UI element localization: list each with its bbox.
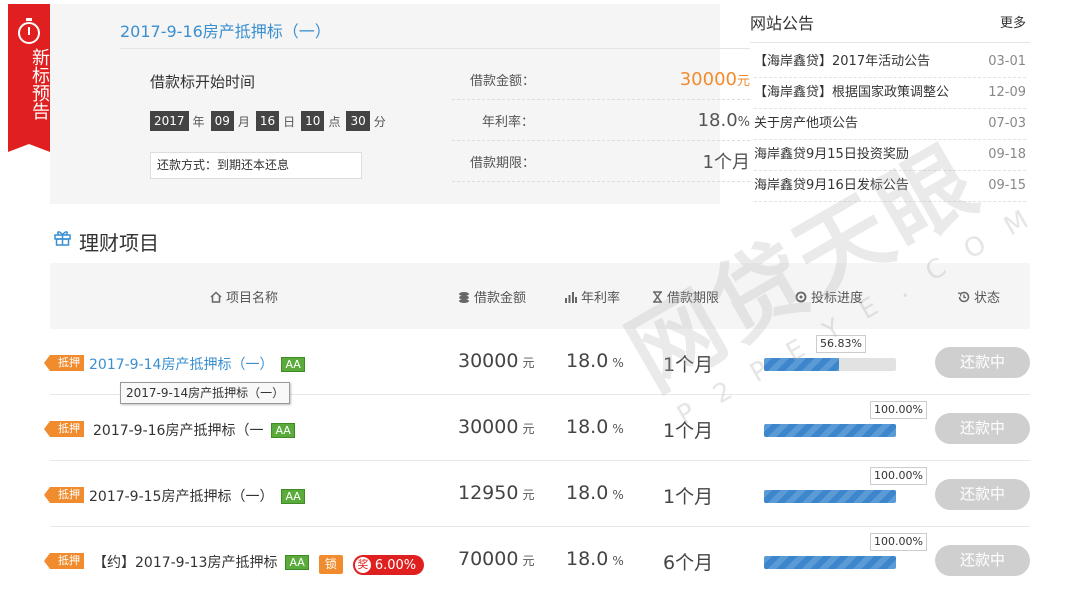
- header-name: 项目名称: [210, 287, 278, 306]
- loan-rate: 18.0%: [566, 548, 624, 570]
- loan-amount: 30000 元: [458, 416, 535, 438]
- award-icon: 奖: [354, 557, 371, 573]
- rate-label: 年利率：: [482, 114, 535, 130]
- term-label: 借款期限：: [470, 155, 536, 171]
- progress-fill: [764, 358, 839, 371]
- month-unit: 月: [237, 114, 250, 129]
- progress-label: 100.00%: [870, 467, 927, 485]
- progress-label: 56.83%: [816, 335, 866, 353]
- notice-item[interactable]: 关于房产他项公告 07-03: [754, 109, 1026, 140]
- rate-info: 年利率： 18.0%: [452, 100, 750, 141]
- loan-term: 1个月: [663, 486, 714, 508]
- amount-info: 借款金额： 30000元: [452, 59, 750, 100]
- home-icon: [210, 290, 222, 303]
- stopwatch-icon: [18, 18, 40, 44]
- status-button[interactable]: 还款中: [935, 413, 1030, 444]
- rate-value: 18.0%: [697, 109, 750, 131]
- amount-value: 30000元: [679, 68, 750, 90]
- header-status: 状态: [957, 287, 1000, 306]
- award-badge: 奖 6.00%: [352, 555, 425, 575]
- table-row[interactable]: 抵押 【约】2017-9-13房产抵押标 AA 锁奖 6.00% 70000 元 18.…: [44, 527, 1030, 589]
- start-time-countdown: 2017 年 09 月 16 日 10 点 30 分: [150, 111, 392, 131]
- progress-fill: [764, 424, 896, 437]
- repay-method: 还款方式：到期还本还息: [150, 152, 362, 179]
- header-amount: 借款金额: [458, 287, 526, 306]
- status-button[interactable]: 还款中: [935, 545, 1030, 576]
- table-row[interactable]: 抵押 2017-9-15房产抵押标（一） AA 12950 元 18.0% 1个月 …: [44, 461, 1030, 527]
- ribbon-text: 新标预告: [29, 48, 50, 120]
- hour-unit: 点: [328, 114, 341, 129]
- month-box: 09: [210, 111, 234, 131]
- new-loan-ribbon: 新标预告: [8, 4, 50, 152]
- bar-chart-icon: [565, 291, 577, 303]
- header-progress: 投标进度: [795, 287, 863, 306]
- credit-badge: AA: [271, 423, 295, 438]
- loan-name-link[interactable]: 2017-9-14房产抵押标（一） AA: [89, 354, 305, 374]
- header-term: 借款期限: [652, 287, 719, 306]
- status-button[interactable]: 还款中: [935, 347, 1030, 378]
- loan-name-link[interactable]: 2017-9-16房产抵押标（一 AA: [93, 420, 295, 440]
- progress-bar: [764, 424, 896, 437]
- progress-fill: [764, 490, 896, 503]
- loan-term: 1个月: [663, 354, 714, 376]
- credit-badge: AA: [281, 357, 305, 372]
- hourglass-icon: [653, 290, 662, 303]
- upcoming-loan-panel: 2017-9-16房产抵押标（一） 借款标开始时间 2017 年 09 月 16…: [50, 4, 750, 204]
- status-button[interactable]: 还款中: [935, 479, 1030, 510]
- mortgage-tag: 抵押: [44, 421, 84, 437]
- panel-divider: [120, 48, 750, 49]
- notice-item[interactable]: 海岸鑫贷9月15日投资奖励 09-18: [754, 140, 1026, 171]
- loan-name-link[interactable]: 【约】2017-9-13房产抵押标 AA 锁奖 6.00%: [93, 552, 425, 575]
- table-header: 项目名称 借款金额 年利率 借款期限 投标进度 状态: [50, 263, 1030, 329]
- progress-label: 100.00%: [870, 401, 927, 419]
- minute-unit: 分: [373, 114, 386, 129]
- loan-term: 6个月: [663, 552, 714, 574]
- year-unit: 年: [192, 114, 205, 129]
- loan-rate: 18.0%: [566, 416, 624, 438]
- section-title: 理财项目: [79, 231, 159, 255]
- table-row[interactable]: 抵押 2017-9-16房产抵押标（一 AA 30000 元 18.0% 1个月 1…: [44, 395, 1030, 461]
- lock-badge: 锁: [318, 555, 343, 574]
- minute-box: 30: [346, 111, 370, 131]
- term-value: 1个月: [702, 152, 750, 173]
- notice-title: 网站公告: [750, 14, 815, 33]
- notice-item[interactable]: 【海岸鑫贷】根据国家政策调整公 12-09: [754, 78, 1026, 109]
- hour-box: 10: [301, 111, 325, 131]
- loan-term: 1个月: [663, 420, 714, 442]
- notice-item[interactable]: 海岸鑫贷9月16日发标公告 09-15: [754, 171, 1026, 202]
- header-rate: 年利率: [564, 287, 620, 306]
- history-icon: [957, 291, 970, 302]
- loan-rate: 18.0%: [566, 350, 624, 372]
- loan-amount: 70000 元: [458, 548, 535, 570]
- notice-more-link[interactable]: 更多: [1000, 12, 1026, 31]
- gift-icon: [54, 231, 71, 246]
- loan-amount: 12950 元: [458, 482, 535, 504]
- term-info: 借款期限： 1个月: [452, 141, 750, 182]
- day-unit: 日: [283, 114, 296, 129]
- start-time-label: 借款标开始时间: [150, 73, 256, 91]
- progress-bar: [764, 358, 896, 371]
- upcoming-loan-title[interactable]: 2017-9-16房产抵押标（一）: [120, 18, 331, 42]
- mortgage-tag: 抵押: [44, 487, 84, 503]
- day-box: 16: [255, 111, 280, 131]
- mortgage-tag: 抵押: [44, 553, 84, 569]
- notice-item[interactable]: 【海岸鑫贷】2017年活动公告 03-01: [754, 47, 1026, 78]
- loan-rate: 18.0%: [566, 482, 624, 504]
- mortgage-tag: 抵押: [44, 355, 84, 371]
- progress-label: 100.00%: [870, 533, 927, 551]
- coins-icon: [459, 291, 469, 303]
- credit-badge: AA: [285, 555, 309, 570]
- year-box: 2017: [150, 111, 189, 131]
- loan-amount: 30000 元: [458, 350, 535, 372]
- loan-name-link[interactable]: 2017-9-15房产抵押标（一） AA: [89, 486, 305, 506]
- progress-bar: [764, 556, 896, 569]
- progress-fill: [764, 556, 896, 569]
- progress-ring-icon: [795, 291, 807, 302]
- credit-badge: AA: [281, 489, 305, 504]
- amount-label: 借款金额：: [470, 73, 536, 89]
- progress-bar: [764, 490, 896, 503]
- notice-header: 网站公告 更多: [750, 10, 1030, 43]
- loan-name-tooltip: 2017-9-14房产抵押标（一）: [120, 382, 291, 404]
